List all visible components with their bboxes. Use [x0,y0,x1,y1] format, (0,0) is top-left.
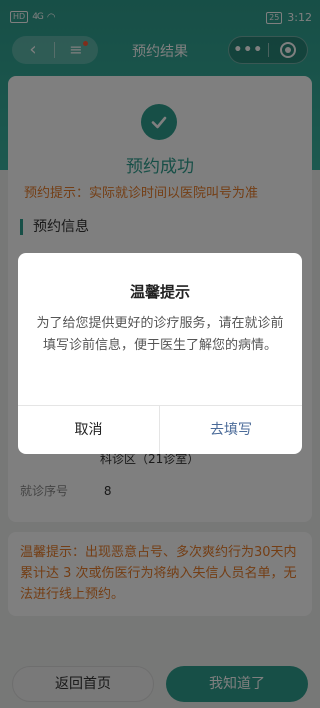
cancel-button[interactable]: 取消 [18,406,160,454]
dialog-footer: 取消 去填写 [18,405,302,454]
dialog-title: 温馨提示 [129,283,190,301]
fill-in-button[interactable]: 去填写 [160,406,302,454]
reminder-dialog: 温馨提示 为了给您提供更好的诊疗服务，请在就诊前填写诊前信息，便于医生了解您的病… [18,253,302,454]
dialog-message: 为了给您提供更好的诊疗服务，请在就诊前填写诊前信息，便于医生了解您的病情。 [36,316,284,353]
